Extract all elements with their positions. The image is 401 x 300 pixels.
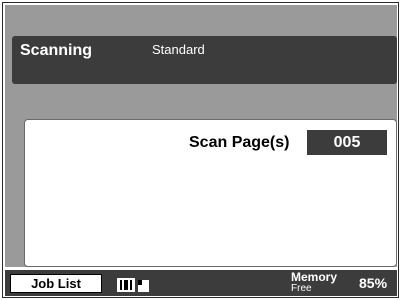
bottom-bar: Job List Memory Free 85% — [5, 270, 397, 296]
status-mode: Standard — [152, 42, 205, 57]
scan-panel: Scan Page(s) 005 — [24, 119, 397, 267]
status-bar: Scanning Standard — [12, 36, 397, 84]
memory-label: Memory — [291, 270, 338, 284]
job-status-icon — [117, 278, 149, 292]
scan-pages-label: Scan Page(s) — [189, 134, 290, 151]
job-list-button[interactable]: Job List — [10, 274, 102, 293]
memory-percent: 85% — [359, 275, 388, 291]
scan-pages-count: 005 — [307, 130, 387, 155]
memory-free-label: Free — [291, 283, 312, 294]
status-title: Scanning — [20, 42, 93, 59]
